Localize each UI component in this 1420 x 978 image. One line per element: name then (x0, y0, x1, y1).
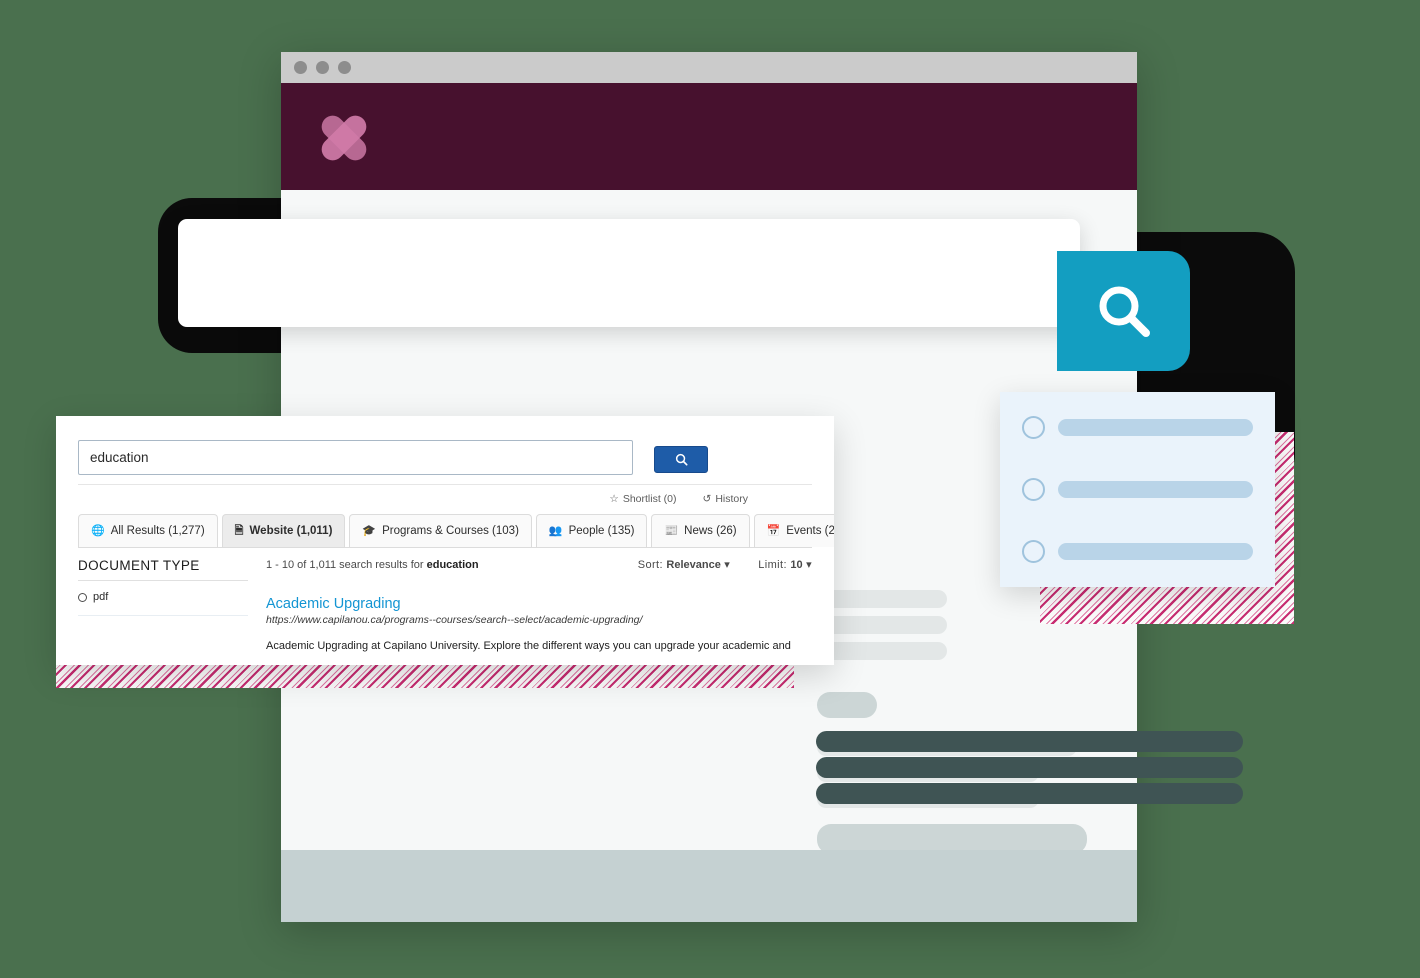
list-item[interactable] (1022, 540, 1253, 563)
placeholder-bar (1058, 419, 1253, 436)
search-results-panel: ☆ Shortlist (0) ↺ History 🌐 All Results … (56, 416, 834, 665)
search-icon (1099, 286, 1150, 337)
skeleton-line (817, 616, 947, 634)
skeleton-line (817, 642, 947, 660)
sort-control[interactable]: Sort: Relevance ▾ (638, 558, 731, 571)
result-item: Academic Upgrading https://www.capilanou… (266, 577, 812, 654)
history-link[interactable]: ↺ History (703, 493, 748, 505)
site-header (281, 83, 1137, 190)
result-url: https://www.capilanou.ca/programs--cours… (266, 614, 643, 626)
tab-label: Website (1,011) (249, 525, 333, 537)
search-icon (675, 453, 688, 466)
globe-icon: 🌐 (91, 524, 105, 537)
sort-label: Sort: (637, 559, 667, 571)
search-input[interactable] (78, 440, 633, 475)
result-snippet: Academic Upgrading at Capilano Universit… (266, 640, 791, 652)
placeholder-bar (1058, 543, 1253, 560)
search-icon-tile[interactable] (1057, 251, 1190, 371)
shortlist-label: Shortlist (0) (622, 493, 677, 505)
overflow-bar (816, 757, 1243, 778)
overflow-bar (816, 783, 1243, 804)
composite-scene: ☆ Shortlist (0) ↺ History 🌐 All Results … (0, 0, 1420, 978)
result-type-tabs: 🌐 All Results (1,277) 🗎 Website (1,011) … (78, 514, 834, 547)
news-icon: 📰 (664, 524, 679, 537)
tab-label: News (26) (684, 525, 737, 537)
overflow-bar (816, 731, 1243, 752)
options-list-card (1000, 392, 1275, 587)
calendar-icon: 📅 (766, 524, 781, 537)
radio-circle-icon (78, 592, 87, 602)
limit-value: 10 (790, 559, 803, 571)
chevron-down-icon: ▾ (806, 559, 812, 571)
tab-all-results[interactable]: 🌐 All Results (1,277) (78, 514, 218, 547)
radio-circle-icon (1022, 478, 1045, 501)
tab-label: All Results (1,277) (110, 525, 205, 537)
tab-label: Events (2) (786, 525, 834, 537)
list-item[interactable] (1022, 416, 1253, 439)
facet-option-label: pdf (93, 591, 109, 603)
graduation-icon: 🎓 (362, 524, 377, 537)
limit-control[interactable]: Limit: 10 ▾ (758, 558, 812, 571)
document-icon: 🗎 (234, 524, 244, 537)
radio-circle-icon (1022, 416, 1045, 439)
results-count: 1 - 10 of 1,011 search results for educa… (266, 559, 610, 571)
results-meta-row: 1 - 10 of 1,011 search results for educa… (266, 558, 812, 577)
tab-events[interactable]: 📅 Events (2) (753, 514, 834, 547)
results-count-prefix: 1 - 10 of 1,011 search results for (266, 558, 427, 571)
list-item[interactable] (1022, 478, 1253, 501)
facet-option-pdf[interactable]: pdf (78, 581, 248, 616)
hero-search-field[interactable] (178, 219, 1080, 327)
capilano-x-logo[interactable] (314, 109, 374, 167)
result-title-link[interactable]: Academic Upgrading (266, 596, 812, 612)
chevron-down-icon: ▾ (724, 559, 731, 571)
maximize-dot[interactable] (338, 61, 351, 74)
star-icon: ☆ (609, 493, 619, 505)
skeleton-chip (817, 692, 877, 718)
people-icon: 👥 (548, 524, 563, 537)
results-list: 1 - 10 of 1,011 search results for educa… (266, 558, 812, 654)
radio-circle-icon (1022, 540, 1045, 563)
utility-links: ☆ Shortlist (0) ↺ History (78, 484, 812, 505)
close-dot[interactable] (294, 61, 307, 74)
search-bar (56, 416, 834, 475)
results-count-query: education (426, 558, 479, 571)
tab-website[interactable]: 🗎 Website (1,011) (221, 514, 346, 547)
minimize-dot[interactable] (316, 61, 329, 74)
sort-value: Relevance (666, 559, 721, 571)
history-label: History (715, 493, 748, 505)
panel-body: DOCUMENT TYPE pdf 1 - 10 of 1,011 search… (78, 547, 812, 654)
browser-chrome (281, 52, 1137, 83)
tab-news[interactable]: 📰 News (26) (651, 514, 750, 547)
facet-group-title: DOCUMENT TYPE (78, 558, 248, 581)
tab-programs-courses[interactable]: 🎓 Programs & Courses (103) (349, 514, 532, 547)
history-icon: ↺ (702, 493, 712, 505)
facet-sidebar: DOCUMENT TYPE pdf (78, 558, 266, 654)
skeleton-line (817, 590, 947, 608)
placeholder-bar (1058, 481, 1253, 498)
search-submit-button[interactable] (654, 445, 708, 473)
shortlist-link[interactable]: ☆ Shortlist (0) (609, 493, 676, 505)
tab-label: Programs & Courses (103) (382, 525, 519, 537)
site-footer (281, 850, 1137, 922)
tab-label: People (135) (568, 525, 635, 537)
tab-people[interactable]: 👥 People (135) (535, 514, 648, 547)
limit-label: Limit: (758, 559, 791, 571)
